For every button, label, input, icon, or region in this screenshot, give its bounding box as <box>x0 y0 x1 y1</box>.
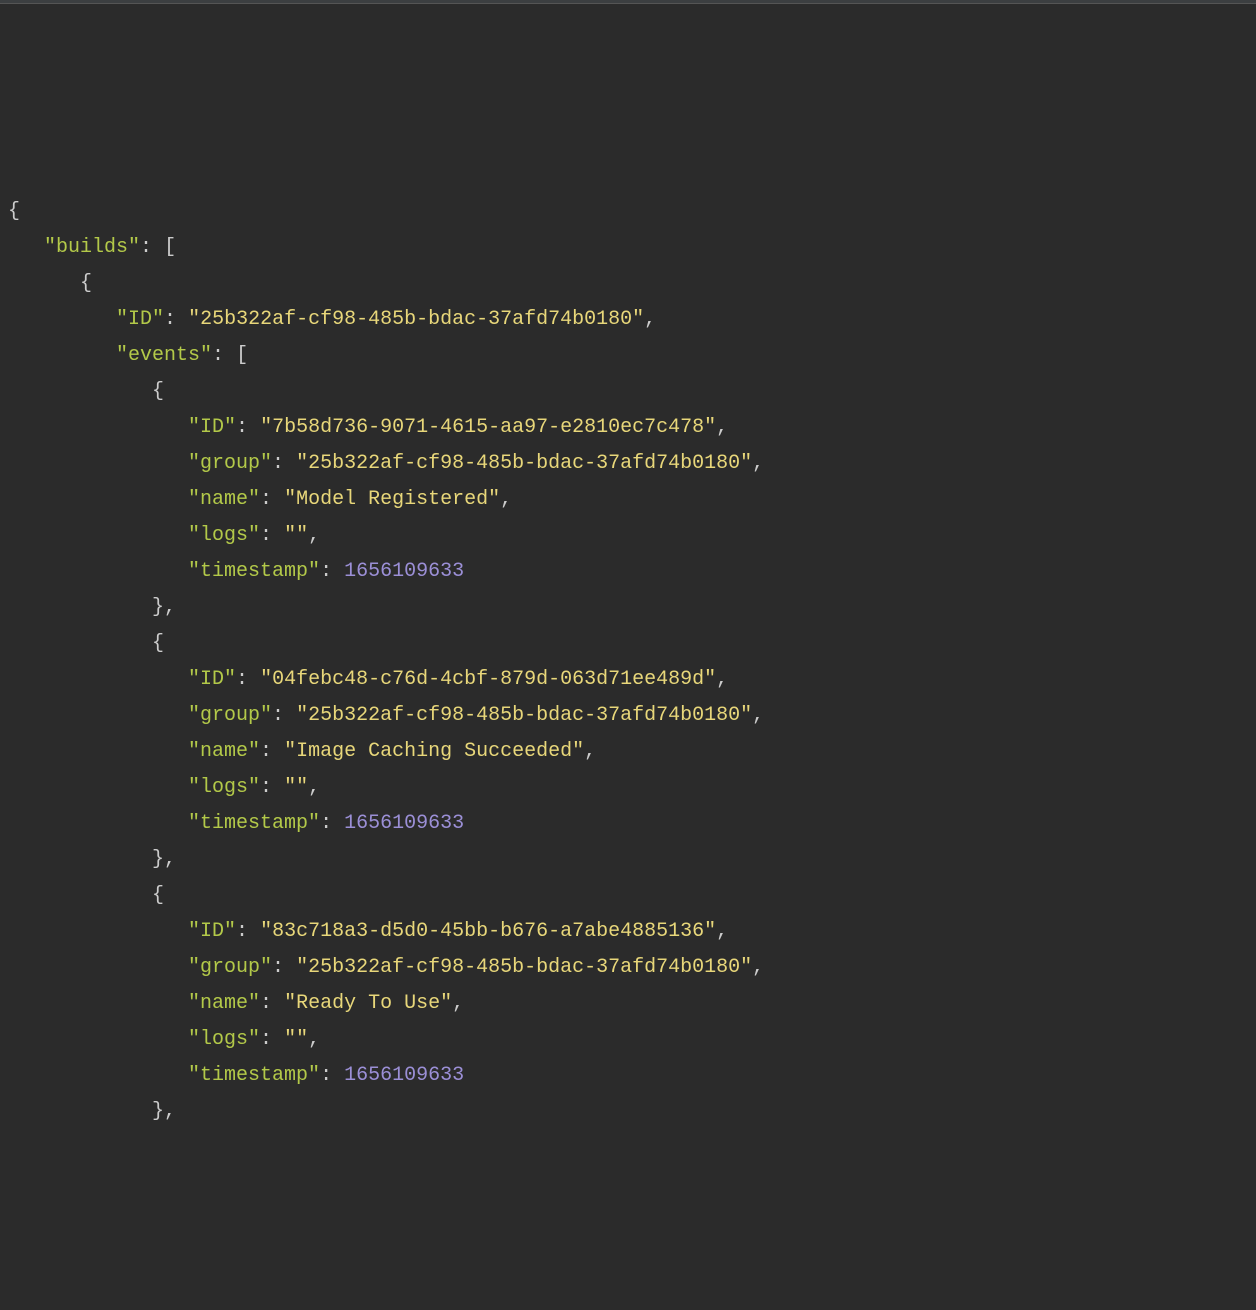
json-viewer[interactable]: { "builds": [ { "ID": "25b322af-cf98-485… <box>8 194 1256 1130</box>
tab-strip <box>0 0 1256 4</box>
